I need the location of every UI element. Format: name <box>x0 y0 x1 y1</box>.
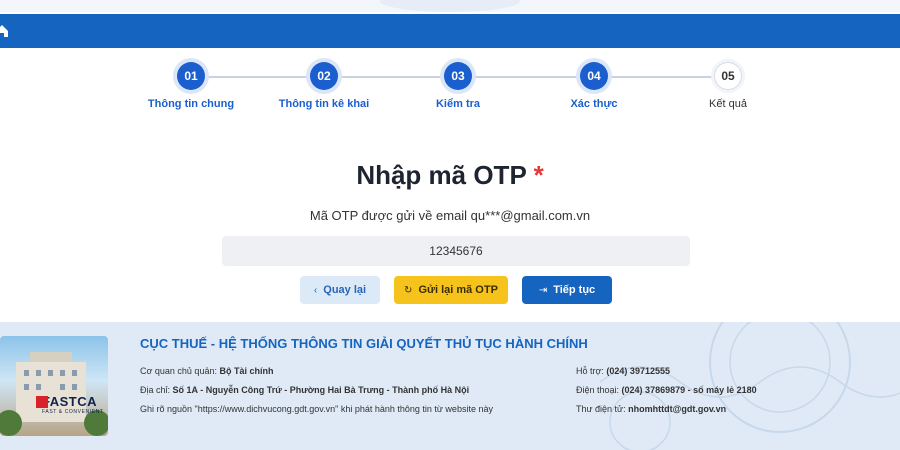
phone-value: (024) 37869879 - số máy lẻ 2180 <box>621 385 757 395</box>
footer-address: Địa chỉ: Số 1A - Nguyễn Công Trứ - Phườn… <box>140 381 560 400</box>
address-label: Địa chỉ: <box>140 385 171 395</box>
building-window <box>60 370 65 376</box>
step-general-info[interactable]: 01 Thông tin chung <box>131 62 251 110</box>
home-icon[interactable] <box>0 23 10 39</box>
building-window <box>72 384 77 390</box>
footer-title: CỤC THUẾ - HỆ THỐNG THÔNG TIN GIẢI QUYẾT… <box>140 336 588 351</box>
footer-agency: Cơ quan chủ quản: Bộ Tài chính <box>140 362 560 381</box>
page: 01 Thông tin chung 02 Thông tin kê khai … <box>0 0 900 450</box>
resend-button-label: Gửi lại mã OTP <box>418 284 498 296</box>
step-label: Kiểm tra <box>435 98 481 110</box>
continue-button-label: Tiếp tục <box>553 284 596 296</box>
otp-description: Mã OTP được gửi về email qu***@gmail.com… <box>309 208 591 223</box>
building-window <box>36 384 41 390</box>
footer: FASTCA FAST & CONVENIENT CỤC THUẾ - HỆ T… <box>0 322 900 450</box>
step-review[interactable]: 03 Kiểm tra <box>398 62 518 110</box>
header-bar <box>0 14 900 48</box>
tree <box>0 410 22 436</box>
footer-email: Thư điện tử: nhomhttdt@gdt.gov.vn <box>576 400 776 419</box>
top-decoration <box>0 0 900 12</box>
step-label: Thông tin chung <box>147 98 235 110</box>
otp-heading: Nhập mã OTP * <box>0 160 900 191</box>
resend-otp-button[interactable]: ↻ Gửi lại mã OTP <box>394 276 508 304</box>
phone-label: Điện thoại: <box>576 385 620 395</box>
building-window <box>24 370 29 376</box>
agency-label: Cơ quan chủ quản: <box>140 366 217 376</box>
step-label: Xác thực <box>570 98 618 110</box>
building-window <box>36 370 41 376</box>
email-value[interactable]: nhomhttdt@gdt.gov.vn <box>628 404 726 414</box>
agency-value: Bộ Tài chính <box>219 366 274 376</box>
otp-input[interactable] <box>222 236 690 266</box>
building-window <box>60 384 65 390</box>
step-number: 05 <box>714 62 742 90</box>
footer-info-right: Hỗ trợ: (024) 39712555 Điện thoại: (024)… <box>576 362 776 419</box>
footer-phone: Điện thoại: (024) 37869879 - số máy lẻ 2… <box>576 381 776 400</box>
step-number: 04 <box>580 62 608 90</box>
progress-stepper: 01 Thông tin chung 02 Thông tin kê khai … <box>0 62 900 122</box>
step-declaration[interactable]: 02 Thông tin kê khai <box>264 62 384 110</box>
support-value: (024) 39712555 <box>606 366 670 376</box>
step-number: 03 <box>444 62 472 90</box>
continue-button[interactable]: ⇥ Tiếp tục <box>522 276 612 304</box>
step-number: 01 <box>177 62 205 90</box>
address-value: Số 1A - Nguyễn Công Trứ - Phường Hai Bà … <box>172 385 470 395</box>
step-result: 05 Kết quả <box>668 62 788 110</box>
logo-mark <box>36 396 48 408</box>
logo-tagline: FAST & CONVENIENT <box>42 409 104 415</box>
building-window <box>48 370 53 376</box>
step-label: Kết quả <box>709 98 747 110</box>
back-button-label: Quay lại <box>323 284 367 296</box>
arrow-right-icon: ⇥ <box>538 284 548 296</box>
step-number: 02 <box>310 62 338 90</box>
back-button[interactable]: ‹ Quay lại <box>300 276 380 304</box>
step-verification[interactable]: 04 Xác thực <box>534 62 654 110</box>
email-label: Thư điện tử: <box>576 404 626 414</box>
chevron-left-icon: ‹ <box>313 284 318 296</box>
step-label: Thông tin kê khai <box>278 98 370 110</box>
footer-support: Hỗ trợ: (024) 39712555 <box>576 362 776 381</box>
refresh-icon: ↻ <box>404 284 413 296</box>
support-label: Hỗ trợ: <box>576 366 604 376</box>
required-mark: * <box>533 160 544 190</box>
top-glow <box>380 0 520 12</box>
fastca-logo: FASTCA FAST & CONVENIENT <box>36 394 122 415</box>
building-photo <box>0 336 108 436</box>
building-window <box>72 370 77 376</box>
footer-source-note: Ghi rõ nguồn "https://www.dichvucong.gdt… <box>140 404 493 414</box>
footer-info-left: Cơ quan chủ quản: Bộ Tài chính Địa chỉ: … <box>140 362 560 419</box>
otp-title-text: Nhập mã OTP <box>356 160 527 190</box>
logo-name: FASTCA <box>42 394 97 409</box>
building-window <box>24 384 29 390</box>
